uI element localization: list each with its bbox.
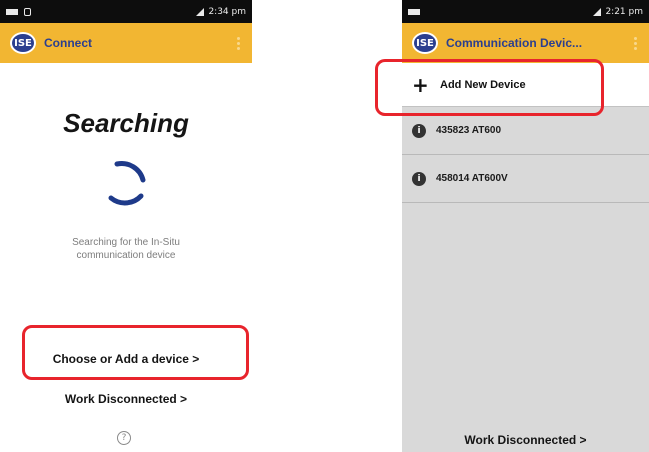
info-icon: i — [412, 171, 426, 186]
overflow-menu-icon[interactable] — [629, 36, 641, 50]
app-bar-title: Communication Devic... — [446, 36, 583, 50]
brand-logo-icon[interactable]: ISE — [10, 32, 36, 54]
info-icon: i — [412, 123, 426, 138]
lock-icon — [24, 7, 31, 16]
battery-icon — [6, 8, 18, 15]
highlight-box-add-device — [375, 59, 604, 116]
overflow-menu-icon[interactable] — [232, 36, 244, 50]
search-description: Searching for the In-Situ communication … — [0, 236, 252, 262]
highlight-box-choose — [22, 325, 249, 380]
app-bar: ISE Connect — [0, 23, 252, 63]
search-description-line1: Searching for the In-Situ — [72, 237, 180, 248]
app-bar: ISE Communication Devic... — [402, 23, 649, 63]
status-bar: 2:34 pm — [0, 0, 252, 23]
status-time: 2:34 pm — [208, 6, 246, 17]
list-item[interactable]: i 458014 AT600V — [402, 155, 649, 203]
page-title: Searching — [63, 108, 189, 138]
device-label: 458014 AT600V — [436, 173, 508, 184]
phone-screen-connect: 2:34 pm ISE Connect Searching Searching … — [0, 0, 252, 452]
help-icon[interactable]: ? — [117, 431, 131, 445]
status-bar: 2:21 pm — [402, 0, 649, 23]
device-label: 435823 AT600 — [436, 125, 502, 136]
work-disconnected-link[interactable]: Work Disconnected > — [402, 433, 649, 447]
battery-icon — [408, 8, 420, 15]
spinner-icon — [108, 161, 146, 206]
signal-icon — [196, 7, 205, 16]
status-time: 2:21 pm — [605, 6, 643, 17]
app-bar-title: Connect — [44, 36, 92, 50]
device-list: + Add New Device i 435823 AT600 i 458014… — [402, 63, 649, 452]
brand-logo-icon[interactable]: ISE — [412, 32, 438, 54]
work-disconnected-link[interactable]: Work Disconnected > — [0, 392, 252, 406]
search-description-line2: communication device — [76, 250, 176, 261]
signal-icon — [593, 7, 602, 16]
